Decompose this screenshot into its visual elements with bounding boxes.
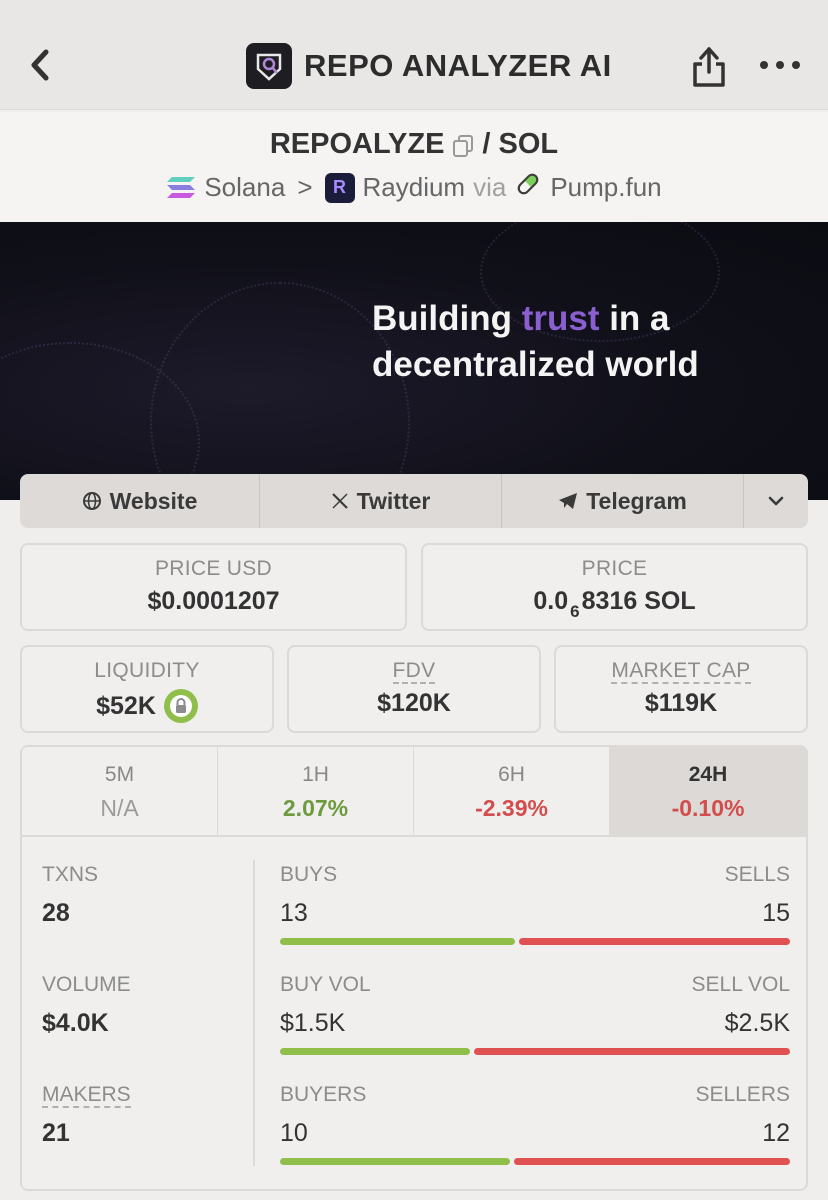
makers-metric: MAKERS 21: [42, 1083, 131, 1147]
chain-name[interactable]: Solana: [204, 172, 285, 203]
via-label: via: [473, 172, 507, 202]
volume-metric: VOLUME $4.0K: [42, 973, 131, 1037]
buy-bar: [280, 938, 515, 945]
more-links-button[interactable]: [744, 474, 808, 528]
liquidity-value: $52K: [96, 691, 156, 720]
buys-sells-bar: [280, 938, 790, 945]
fdv-card: FDV $120K: [287, 645, 541, 733]
sell-bar: [474, 1048, 790, 1055]
buyers-sellers-bar: [280, 1158, 790, 1165]
social-links-bar: Website Twitter Telegram: [20, 474, 808, 528]
sell-bar: [514, 1158, 790, 1165]
telegram-link[interactable]: Telegram: [502, 474, 744, 528]
buy-bar: [280, 1048, 470, 1055]
pair-route: Solana > R Raydium via Pump.fun: [0, 170, 828, 205]
quote-token-symbol: / SOL: [482, 128, 559, 160]
solana-icon: [166, 175, 196, 201]
banner-headline: Building trust in a decentralized world: [372, 299, 699, 384]
buys-sells-row: BUYS SELLS 13 15: [280, 863, 790, 973]
chevron-left-icon: [31, 49, 49, 81]
project-banner: Building trust in a decentralized world: [0, 222, 828, 500]
buy-sell-volume-row: BUY VOL SELL VOL $1.5K $2.5K: [280, 973, 790, 1083]
route-separator: >: [297, 172, 313, 202]
dex-name[interactable]: Raydium: [363, 172, 466, 203]
app-title: REPO ANALYZER AI: [304, 48, 612, 83]
price-usd-card: PRICE USD $0.0001207: [20, 543, 407, 631]
market-cap-value: $119K: [644, 689, 718, 717]
copy-icon[interactable]: [452, 133, 474, 157]
banner-decoration: [150, 282, 410, 500]
top-nav-bar: REPO ANALYZER AI: [0, 0, 828, 110]
timeframe-tabs: 5M N/A 1H 2.07% 6H -2.39% 24H -0.10%: [22, 747, 806, 837]
buyers-value: 10: [280, 1119, 308, 1147]
sell-bar: [519, 938, 790, 945]
metrics-divider: [253, 860, 255, 1166]
market-cap-card: MARKET CAP $119K: [554, 645, 808, 733]
tab-24h[interactable]: 24H -0.10%: [610, 747, 806, 835]
pair-header: REPOALYZE / SOL Solana > R Raydium via P…: [0, 112, 828, 222]
volume-bar: [280, 1048, 790, 1055]
lock-icon[interactable]: [163, 689, 198, 723]
twitter-link[interactable]: Twitter: [260, 474, 502, 528]
globe-icon: [82, 492, 101, 510]
x-logo-icon: [331, 493, 348, 509]
sells-value: 15: [762, 899, 790, 927]
buyers-sellers-row: BUYERS SELLERS 10 12: [280, 1083, 790, 1189]
timeframe-panel: 5M N/A 1H 2.07% 6H -2.39% 24H -0.10% TXN…: [20, 745, 808, 1191]
buys-value: 13: [280, 899, 308, 927]
launchpad-name[interactable]: Pump.fun: [550, 172, 661, 203]
more-horizontal-icon: [760, 61, 768, 69]
price-sol-value: 0.0 68316 SOL: [533, 587, 696, 621]
price-usd-value: $0.0001207: [147, 587, 280, 615]
sell-volume-value: $2.5K: [724, 1009, 790, 1037]
website-link[interactable]: Website: [20, 474, 260, 528]
app-logo-icon: [246, 43, 292, 89]
chevron-down-icon: [768, 496, 784, 506]
telegram-icon: [559, 493, 578, 509]
pair-title: REPOALYZE / SOL: [0, 128, 828, 161]
price-sol-card: PRICE 0.0 68316 SOL: [421, 543, 808, 631]
tab-5m[interactable]: 5M N/A: [22, 747, 218, 835]
sellers-value: 12: [762, 1119, 790, 1147]
buy-sell-breakdown: BUYS SELLS 13 15 BUY VOL SELL VOL $1.5K $2.5…: [280, 863, 790, 1189]
more-options-button[interactable]: [760, 52, 800, 78]
base-token-symbol: REPOALYZE: [269, 128, 445, 160]
back-button[interactable]: [24, 40, 58, 90]
raydium-icon: R: [324, 172, 355, 203]
tab-6h[interactable]: 6H -2.39%: [414, 747, 610, 835]
liquidity-card: LIQUIDITY $52K: [20, 645, 274, 733]
fdv-value: $120K: [377, 689, 451, 717]
buy-bar: [280, 1158, 510, 1165]
app-title-group: REPO ANALYZER AI: [246, 42, 612, 90]
pill-icon: [514, 170, 542, 205]
share-button[interactable]: [690, 40, 728, 90]
txns-metric: TXNS 28: [42, 863, 99, 927]
buy-volume-value: $1.5K: [280, 1009, 346, 1037]
metrics-summary: TXNS 28 VOLUME $4.0K MAKERS 21: [42, 863, 252, 1189]
share-icon: [693, 47, 725, 87]
tab-1h[interactable]: 1H 2.07%: [218, 747, 414, 835]
